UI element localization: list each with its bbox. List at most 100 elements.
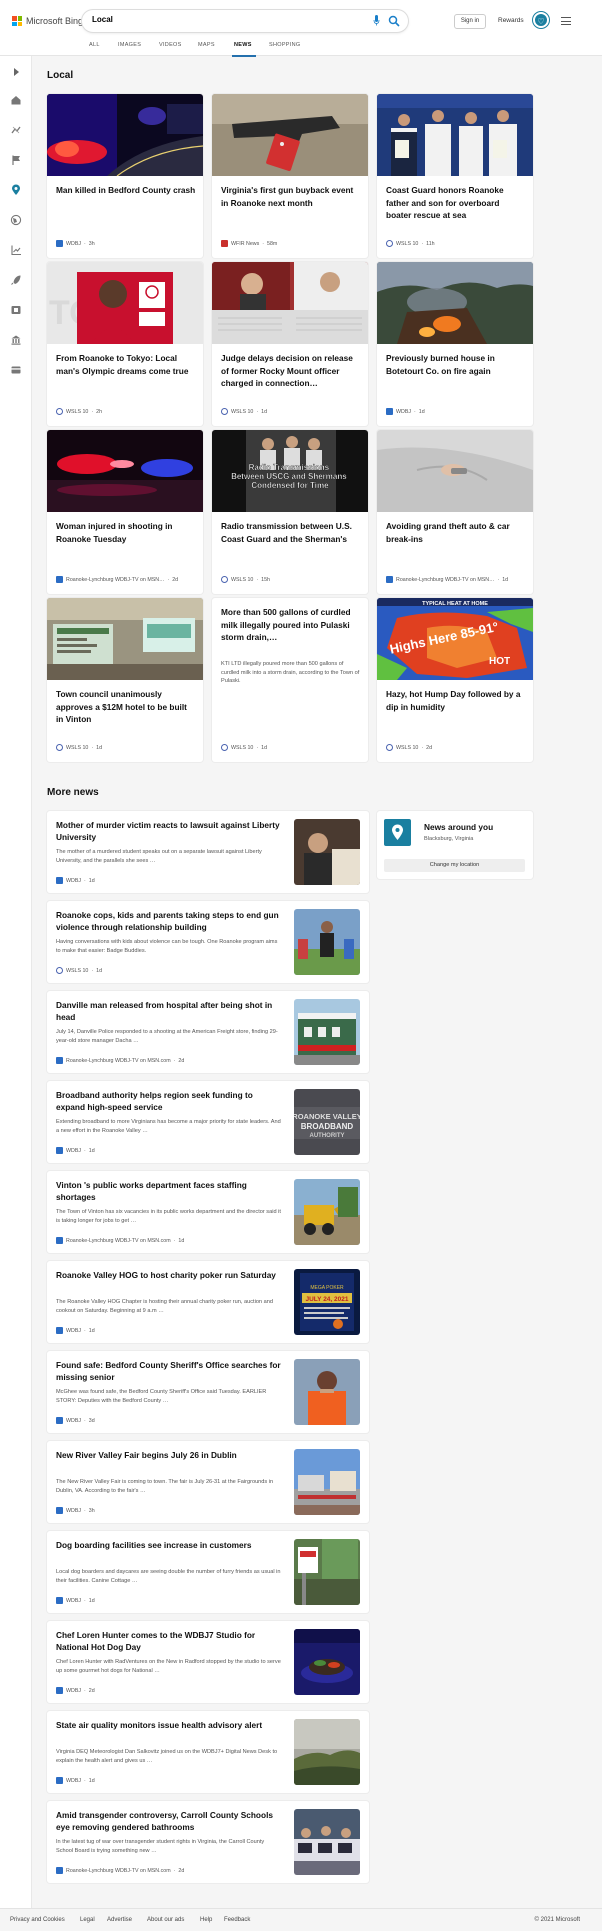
card-title: Avoiding grand theft auto & car break-in…: [386, 521, 510, 544]
news-list-item[interactable]: Found safe: Bedford County Sheriff's Off…: [47, 1351, 369, 1433]
wdbj-logo-icon: [56, 1417, 63, 1424]
news-card[interactable]: Avoiding grand theft auto & car break-in…: [377, 430, 533, 594]
footer-link-help[interactable]: Help: [200, 1917, 212, 1923]
news-list-item[interactable]: Broadband authority helps region seek fu…: [47, 1081, 369, 1163]
wdbj-logo-icon: [56, 1237, 63, 1244]
news-thumbnail: [294, 999, 360, 1065]
change-location-button[interactable]: Change my location: [384, 859, 525, 872]
news-card[interactable]: Radio Transmissions Between USCG and She…: [212, 430, 368, 594]
sign-in-button[interactable]: Sign in: [454, 14, 486, 29]
news-list-item[interactable]: Chef Loren Hunter comes to the WDBJ7 Stu…: [47, 1621, 369, 1703]
microphone-icon[interactable]: [373, 15, 380, 26]
news-snippet: The mother of a murdered student speaks …: [56, 849, 262, 864]
footer-link-advertise[interactable]: Advertise: [107, 1917, 132, 1923]
news-source: WDBJ · 3h: [56, 1507, 95, 1514]
card-source: WSLS 10 · 2d: [386, 744, 532, 751]
news-source: WDBJ · 1d: [56, 877, 95, 884]
news-list-item[interactable]: New River Valley Fair begins July 26 in …: [47, 1441, 369, 1523]
news-title: Roanoke cops, kids and parents taking st…: [56, 910, 279, 933]
news-card[interactable]: Virginia's first gun buyback event in Ro…: [212, 94, 368, 258]
news-list-item[interactable]: Amid transgender controversy, Carroll Co…: [47, 1801, 369, 1883]
search-box[interactable]: [82, 10, 408, 32]
news-age: 1d: [88, 1597, 95, 1604]
search-icon[interactable]: [388, 15, 400, 27]
news-list-item[interactable]: State air quality monitors issue health …: [47, 1711, 369, 1793]
flag-icon[interactable]: [10, 154, 22, 166]
card-title: Coast Guard honors Roanoke father and so…: [386, 185, 504, 221]
card-image: [212, 94, 368, 176]
news-thumbnail: [294, 1629, 360, 1695]
tab-videos[interactable]: VIDEOS: [159, 42, 182, 48]
news-list-item[interactable]: Mother of murder victim reacts to lawsui…: [47, 811, 369, 893]
news-card[interactable]: Previously burned house in Botetourt Co.…: [377, 262, 533, 426]
wdbj-logo-icon: [56, 1057, 63, 1064]
news-snippet: July 14, Danville Police responded to a …: [56, 1029, 278, 1044]
wdbj-logo-icon: [56, 1777, 63, 1784]
news-list-item[interactable]: Dog boarding facilities see increase in …: [47, 1531, 369, 1613]
rewards-medal-icon[interactable]: ♡: [533, 12, 549, 28]
film-icon[interactable]: [10, 304, 22, 316]
current-location: Blacksburg, Virginia: [424, 836, 474, 842]
news-card[interactable]: TYPICAL HEAT AT HOME Highs Here 85-91° H…: [377, 598, 533, 762]
tab-shopping[interactable]: SHOPPING: [269, 42, 300, 48]
wfir-logo-icon: [221, 240, 228, 247]
trending-icon[interactable]: [10, 124, 22, 136]
expand-arrow-icon[interactable]: [10, 66, 22, 78]
card-age: 2d: [172, 576, 179, 583]
bing-news-page: Microsoft Bing Sign in Rewards ♡ ALL IMA…: [0, 0, 602, 1931]
bing-logo[interactable]: Microsoft Bing: [12, 16, 83, 26]
card-image: [212, 262, 368, 344]
menu-icon[interactable]: [561, 17, 571, 25]
footer-link-about-ads[interactable]: About our ads: [147, 1917, 184, 1923]
news-thumbnail: [294, 1809, 360, 1875]
card-source: WSLS 10 · 11h: [386, 240, 532, 247]
wdbj-logo-icon: [56, 240, 63, 247]
svg-text:AUTHORITY: AUTHORITY: [310, 1133, 345, 1139]
news-card[interactable]: Town council unanimously approves a $12M…: [47, 598, 203, 762]
news-thumbnail: [294, 909, 360, 975]
rewards-link[interactable]: Rewards: [498, 17, 524, 24]
news-card[interactable]: Woman injured in shooting in Roanoke Tue…: [47, 430, 203, 594]
news-list-item[interactable]: Vinton 's public works department faces …: [47, 1171, 369, 1253]
footer-link-privacy[interactable]: Privacy and Cookies: [10, 1917, 65, 1923]
footer-link-legal[interactable]: Legal: [80, 1917, 95, 1923]
card-source: WFIR News · 58m: [221, 240, 367, 247]
news-card[interactable]: Man killed in Bedford County crash WDBJ ·…: [47, 94, 203, 258]
card-source: Roanoke-Lynchburg WDBJ-TV on MSN… · 2d: [56, 576, 202, 583]
news-thumbnail: MEGA POKER JULY 24, 2021: [294, 1269, 360, 1335]
news-title: Amid transgender controversy, Carroll Co…: [56, 1810, 273, 1833]
chart-icon[interactable]: [10, 244, 22, 256]
news-card[interactable]: Coast Guard honors Roanoke father and so…: [377, 94, 533, 258]
microsoft-logo-icon: [12, 16, 22, 26]
location-pin-icon[interactable]: [10, 184, 22, 196]
news-card[interactable]: Judge delays decision on release of form…: [212, 262, 368, 426]
news-card[interactable]: More than 500 gallons of curdled milk il…: [212, 598, 368, 762]
tab-maps[interactable]: MAPS: [198, 42, 215, 48]
rocket-icon[interactable]: [10, 274, 22, 286]
news-age: 1d: [178, 1237, 185, 1244]
globe-icon[interactable]: [10, 214, 22, 226]
card-title: Man killed in Bedford County crash: [56, 185, 196, 195]
wdbj-logo-icon: [56, 1147, 63, 1154]
card-title: Town council unanimously approves a $12M…: [56, 689, 187, 725]
tab-news[interactable]: NEWS: [234, 42, 252, 48]
wdbj-logo-icon: [386, 576, 393, 583]
wdbj-logo-icon: [386, 408, 393, 415]
news-list-item[interactable]: Roanoke cops, kids and parents taking st…: [47, 901, 369, 983]
news-list-item[interactable]: Roanoke Valley HOG to host charity poker…: [47, 1261, 369, 1343]
card-age: 58m: [267, 240, 278, 247]
news-thumbnail: [294, 1359, 360, 1425]
wdbj-logo-icon: [56, 1507, 63, 1514]
card-image: TOKYO: [47, 262, 203, 344]
card-icon[interactable]: [10, 364, 22, 376]
bank-icon[interactable]: [10, 334, 22, 346]
tab-images[interactable]: IMAGES: [118, 42, 141, 48]
tab-all[interactable]: ALL: [89, 42, 100, 48]
home-icon[interactable]: [10, 94, 22, 106]
card-age: 2h: [96, 408, 103, 415]
search-input[interactable]: [92, 15, 292, 24]
news-card[interactable]: TOKYO From Roanoke to Tokyo: Local man's…: [47, 262, 203, 426]
footer-link-feedback[interactable]: Feedback: [224, 1917, 250, 1923]
news-thumbnail: [294, 819, 360, 885]
news-list-item[interactable]: Danville man released from hospital afte…: [47, 991, 369, 1073]
